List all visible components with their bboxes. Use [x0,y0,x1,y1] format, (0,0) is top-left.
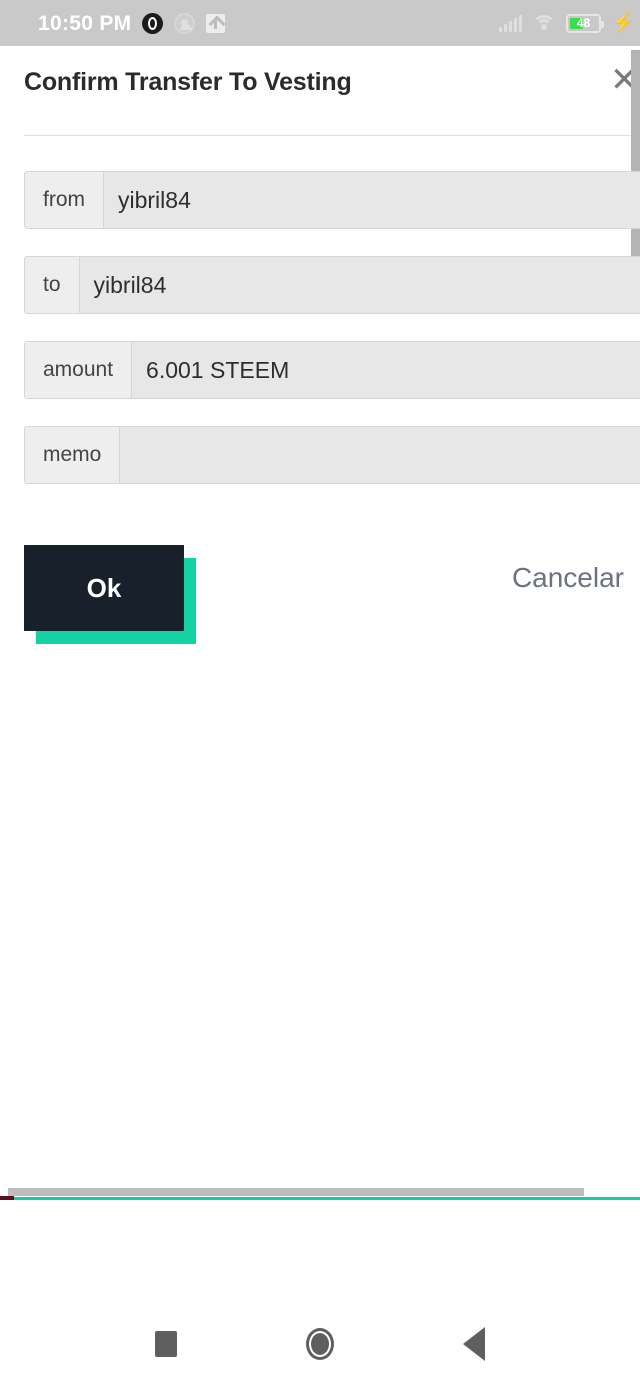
signal-bars-icon [499,14,522,32]
teal-accent-line [0,1197,640,1200]
teal-line-left-marker [0,1196,14,1200]
circle-app-icon [174,12,196,34]
battery-icon: 48 [566,13,604,33]
triangle-back-icon[interactable] [463,1327,486,1361]
field-value-from[interactable]: yibril84 [104,172,640,228]
charging-bolt-icon: ⚡ [611,12,635,34]
title-divider [24,135,634,136]
square-recents-icon[interactable] [154,1331,177,1357]
field-value-amount[interactable]: 6.001 STEEM [132,342,640,398]
field-row-memo[interactable]: memo [24,426,640,484]
field-value-to[interactable]: yibril84 [79,257,640,313]
field-label-from: from [25,172,104,228]
cancel-button[interactable]: Cancelar [512,562,624,594]
wifi-icon [532,14,556,32]
status-bar: 10:50 PM 48 ⚡ [0,0,640,46]
field-row-from[interactable]: from yibril84 [24,171,640,229]
field-row-amount[interactable]: amount 6.001 STEEM [24,341,640,399]
field-row-to[interactable]: to yibril84 [24,256,640,314]
android-nav-bar [0,1301,640,1387]
circle-home-icon[interactable] [305,1328,334,1360]
status-bar-left: 10:50 PM [38,11,226,35]
confirm-transfer-dialog: Confirm Transfer To Vesting ✕ from yibri… [0,46,640,1287]
status-time: 10:50 PM [38,11,132,35]
field-label-memo: memo [25,427,121,483]
phone-screen: 10:50 PM 48 ⚡ Confirm Transfer To Vestin… [0,0,640,1387]
ok-button[interactable]: Ok [24,545,184,631]
status-bar-right: 48 ⚡ [499,12,635,34]
upload-arrow-icon [206,13,226,33]
chat-bubble-icon [142,12,164,34]
horizontal-scrollbar[interactable] [8,1188,584,1196]
field-label-amount: amount [25,342,133,398]
battery-level-label: 48 [576,16,591,30]
field-value-memo[interactable] [120,427,640,483]
field-label-to: to [25,257,80,313]
page-title: Confirm Transfer To Vesting [24,68,352,96]
